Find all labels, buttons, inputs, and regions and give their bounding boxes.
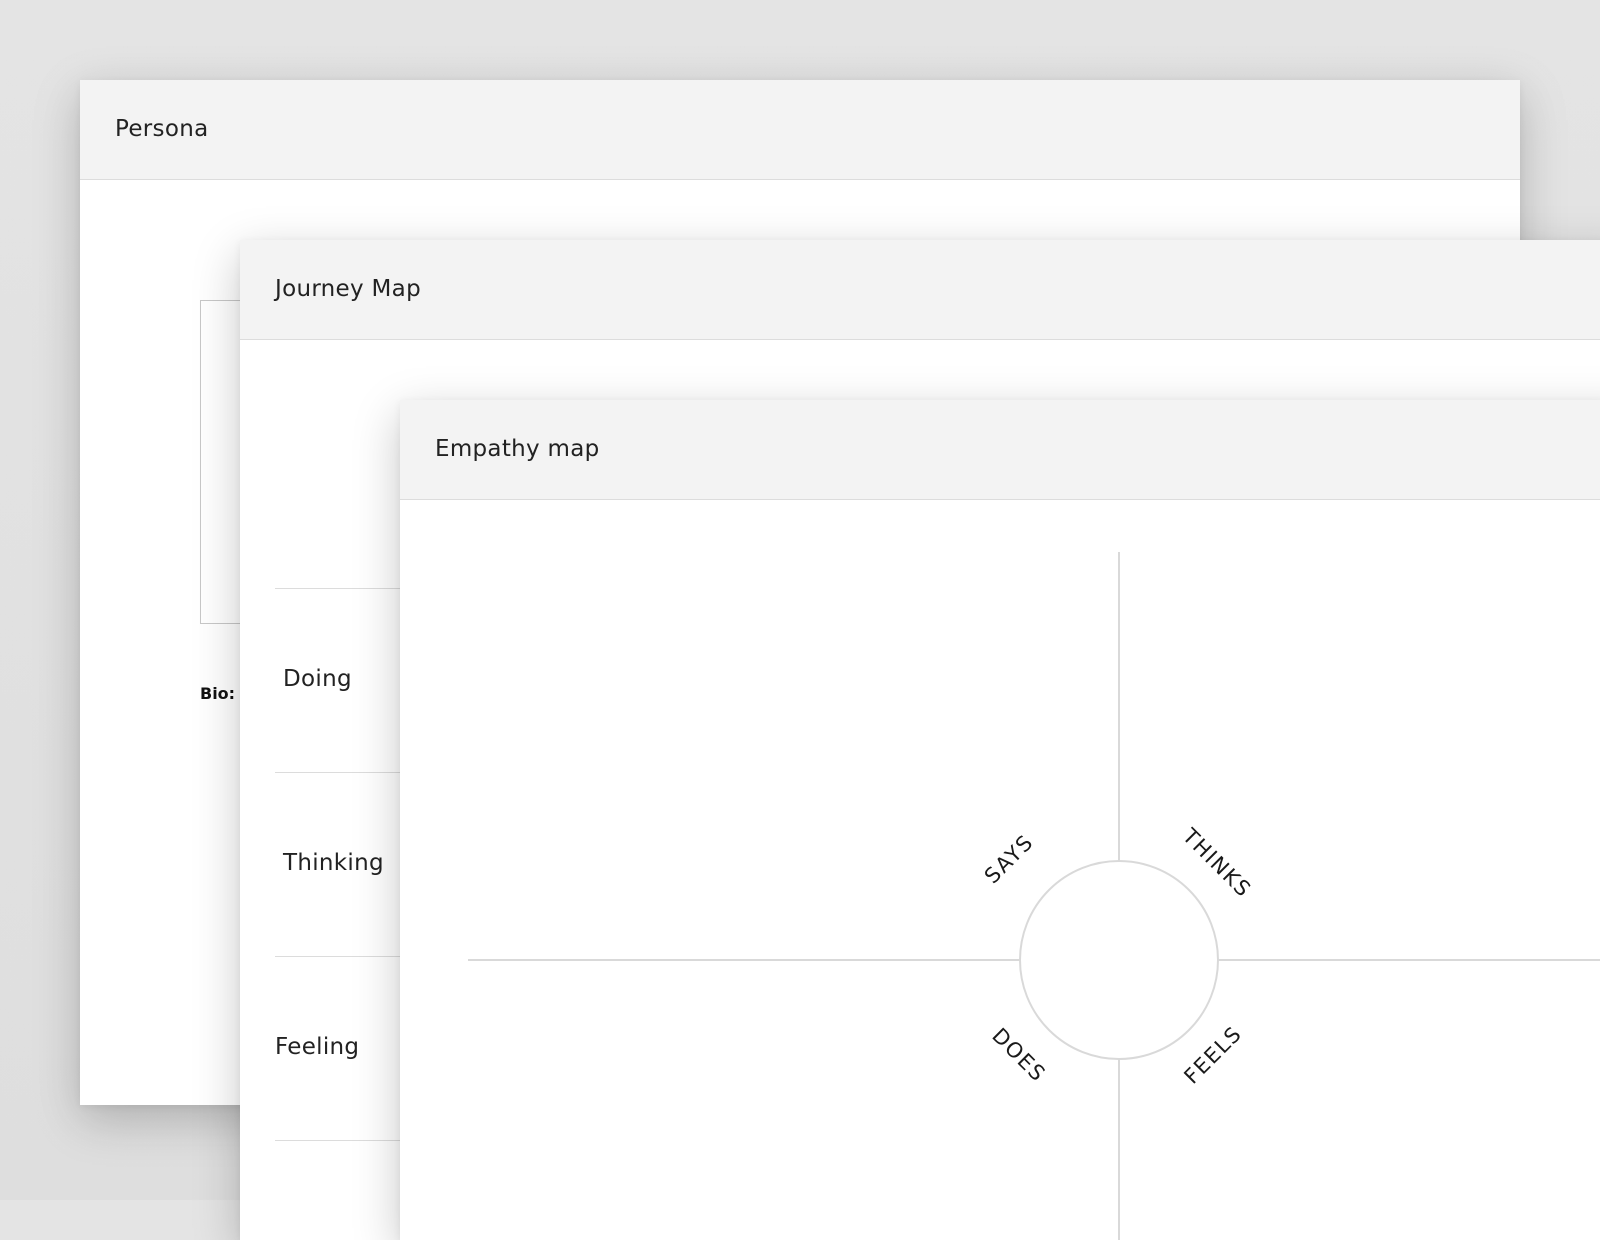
- empathy-center-circle[interactable]: [1019, 860, 1219, 1060]
- journey-row-feeling[interactable]: Feeling: [275, 1034, 359, 1060]
- persona-header: Persona: [80, 80, 1520, 180]
- journey-map-header: Journey Map: [240, 240, 1600, 340]
- persona-title: Persona: [115, 116, 209, 142]
- journey-row-thinking[interactable]: Thinking: [283, 850, 384, 876]
- empathy-label-does: DOES: [987, 1023, 1050, 1086]
- empathy-map-card: Empathy map SAYS THINKS DOES FEELS: [400, 400, 1600, 1240]
- empathy-map-canvas: SAYS THINKS DOES FEELS: [468, 552, 1600, 1240]
- journey-row-doing[interactable]: Doing: [283, 666, 352, 692]
- empathy-map-header: Empathy map: [400, 400, 1600, 500]
- persona-bio-label: Bio:: [200, 684, 236, 703]
- empathy-label-says: SAYS: [980, 830, 1038, 888]
- empathy-label-feels: FEELS: [1179, 1021, 1246, 1088]
- empathy-map-title: Empathy map: [435, 436, 600, 462]
- journey-map-title: Journey Map: [275, 276, 421, 302]
